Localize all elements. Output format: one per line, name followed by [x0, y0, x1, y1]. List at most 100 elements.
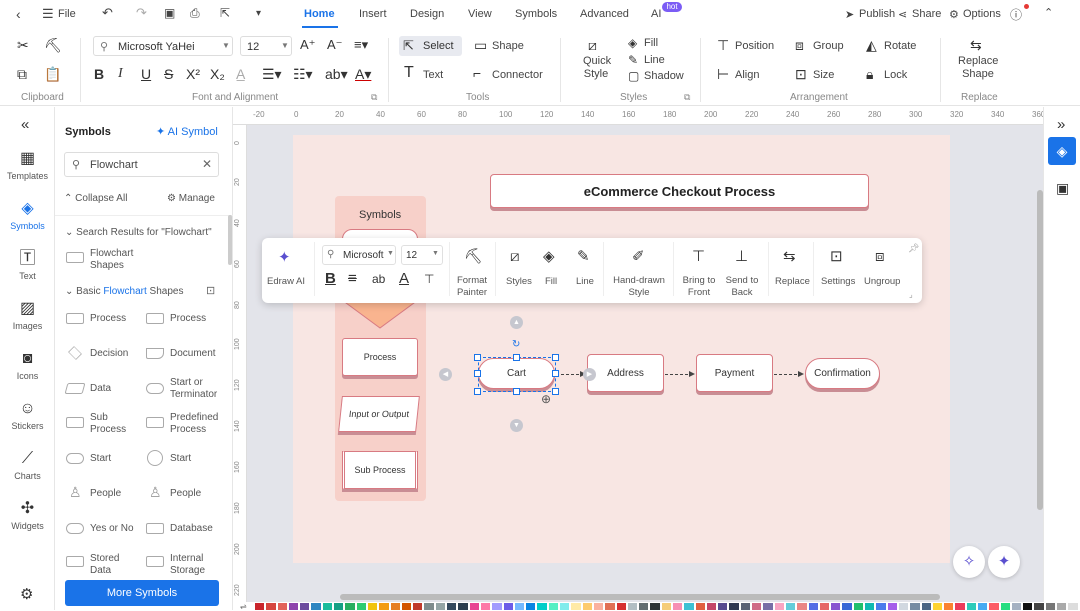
- resize-corner-icon[interactable]: ⌟: [909, 290, 913, 299]
- collapse-all-button[interactable]: ⌃ Collapse All: [64, 193, 127, 205]
- position-icon[interactable]: ⊤: [717, 38, 729, 52]
- ai-magic-fab[interactable]: ✧: [953, 546, 985, 578]
- terminator-shape-icon[interactable]: [146, 383, 164, 394]
- palette-swatch[interactable]: [627, 603, 638, 610]
- symbol-search-input[interactable]: ⚲ Flowchart ✕: [64, 152, 219, 177]
- line-spacing-icon[interactable]: ☰▾: [262, 67, 282, 81]
- bring-front-icon[interactable]: ⊤: [692, 249, 705, 265]
- palette-swatch[interactable]: [266, 603, 276, 610]
- column-process-shape[interactable]: Process: [342, 338, 418, 376]
- palette-arrow-icon[interactable]: ⇌: [240, 602, 254, 611]
- palette-swatch[interactable]: [921, 603, 931, 610]
- palette-swatch[interactable]: [887, 603, 897, 610]
- nav-icons[interactable]: ◙ Icons: [0, 350, 55, 381]
- bold-icon[interactable]: B: [325, 271, 336, 287]
- column-subprocess-shape[interactable]: Sub Process: [342, 451, 418, 489]
- lock-icon[interactable]: 🔒︎: [866, 67, 873, 81]
- shape-label[interactable]: Start: [170, 453, 191, 465]
- quick-style-icon[interactable]: ⧄: [588, 38, 597, 52]
- strikethrough-icon[interactable]: ≡: [348, 271, 357, 287]
- italic-icon[interactable]: I: [118, 67, 123, 81]
- bullet-list-icon[interactable]: ☷▾: [293, 67, 313, 81]
- copy-icon[interactable]: ⧉: [17, 67, 27, 81]
- yes-no-icon[interactable]: [66, 523, 84, 534]
- person-icon[interactable]: ♙: [69, 484, 82, 501]
- subprocess-shape-icon[interactable]: [66, 417, 84, 428]
- flow-node-payment[interactable]: Payment: [696, 354, 773, 392]
- shape-label[interactable]: Data: [90, 383, 111, 395]
- palette-swatch[interactable]: [435, 603, 446, 610]
- image-preview-icon[interactable]: ⊡: [206, 284, 215, 297]
- palette-swatch[interactable]: [763, 603, 773, 610]
- person-icon[interactable]: ♙: [149, 484, 162, 501]
- undo-icon[interactable]: ↶: [102, 5, 113, 21]
- sparkle-fab[interactable]: ✦: [988, 546, 1020, 578]
- stored-data-icon[interactable]: [66, 556, 84, 567]
- add-above-arrow-icon[interactable]: ▲: [510, 316, 523, 329]
- decrease-font-icon[interactable]: A⁻: [327, 38, 343, 52]
- data-shape-icon[interactable]: [64, 383, 86, 394]
- palette-swatch[interactable]: [616, 603, 626, 610]
- styles-button[interactable]: Styles: [506, 276, 532, 288]
- palette-swatch[interactable]: [729, 603, 739, 610]
- edraw-ai-button[interactable]: Edraw AI: [267, 276, 305, 288]
- shape-icon[interactable]: ▭: [474, 38, 487, 52]
- settings-icon[interactable]: ⊡: [830, 249, 843, 265]
- shape-label[interactable]: Start: [90, 453, 111, 465]
- collapse-panel-icon[interactable]: «: [21, 116, 29, 133]
- flowchart-shapes-icon[interactable]: [66, 252, 84, 263]
- process-shape-icon[interactable]: [146, 313, 164, 324]
- diagram-title[interactable]: eCommerce Checkout Process: [490, 174, 869, 208]
- palette-swatch[interactable]: [514, 603, 525, 610]
- format-brush-icon[interactable]: ⛏: [44, 38, 62, 52]
- add-right-arrow-icon[interactable]: ▶: [583, 368, 596, 381]
- palette-swatch[interactable]: [1068, 603, 1078, 610]
- nav-text[interactable]: 🅃 Text: [0, 250, 55, 281]
- palette-swatch[interactable]: [718, 603, 728, 610]
- tab-symbols[interactable]: Symbols: [515, 8, 557, 20]
- shape-label[interactable]: Document: [170, 348, 216, 360]
- pin-icon[interactable]: 📌︎: [908, 243, 919, 254]
- resize-handle[interactable]: [513, 388, 520, 395]
- palette-swatch[interactable]: [978, 603, 988, 610]
- start-circle-icon[interactable]: [147, 450, 163, 466]
- shape-label[interactable]: Process: [170, 313, 206, 325]
- line-button[interactable]: Line: [576, 276, 594, 288]
- add-below-arrow-icon[interactable]: ▼: [510, 419, 523, 432]
- tab-home[interactable]: Home: [304, 8, 335, 20]
- add-left-arrow-icon[interactable]: ◀: [439, 368, 452, 381]
- palette-swatch[interactable]: [989, 603, 999, 610]
- ungroup-icon[interactable]: ⧈: [875, 249, 885, 265]
- tab-insert[interactable]: Insert: [359, 8, 387, 20]
- shape-label[interactable]: Start or Terminator: [170, 377, 225, 401]
- font-color-icon[interactable]: A: [399, 271, 409, 287]
- vertical-scrollbar[interactable]: [1037, 190, 1043, 510]
- internal-storage-icon[interactable]: [146, 556, 164, 567]
- text-tool[interactable]: Text: [423, 69, 443, 81]
- connector-icon[interactable]: ⌐: [473, 66, 481, 80]
- palette-swatch[interactable]: [808, 603, 818, 610]
- publish-icon[interactable]: ➤: [845, 8, 854, 21]
- palette-swatch[interactable]: [311, 603, 321, 610]
- palette-swatch[interactable]: [831, 603, 841, 610]
- palette-swatch[interactable]: [367, 603, 378, 610]
- line-button[interactable]: Line: [644, 54, 665, 66]
- palette-swatch[interactable]: [944, 603, 954, 610]
- underline-icon[interactable]: U: [141, 67, 151, 81]
- save-icon[interactable]: ▣: [164, 6, 175, 20]
- palette-swatch[interactable]: [853, 603, 864, 610]
- sparkle-icon[interactable]: ✦: [278, 250, 291, 266]
- resize-handle[interactable]: [474, 388, 481, 395]
- palette-swatch[interactable]: [413, 603, 423, 610]
- shape-label[interactable]: Sub Process: [90, 412, 135, 436]
- palette-swatch[interactable]: [740, 603, 751, 610]
- palette-swatch[interactable]: [480, 603, 491, 610]
- palette-swatch[interactable]: [1000, 603, 1010, 610]
- palette-swatch[interactable]: [424, 603, 434, 610]
- palette-swatch[interactable]: [469, 603, 479, 610]
- paste-icon[interactable]: 📋: [44, 67, 61, 81]
- rotate-button[interactable]: Rotate: [884, 40, 916, 52]
- tab-ai[interactable]: AI: [651, 8, 661, 20]
- replace-shape-icon[interactable]: ⇆: [970, 38, 982, 52]
- shape-label[interactable]: Predefined Process: [170, 412, 225, 436]
